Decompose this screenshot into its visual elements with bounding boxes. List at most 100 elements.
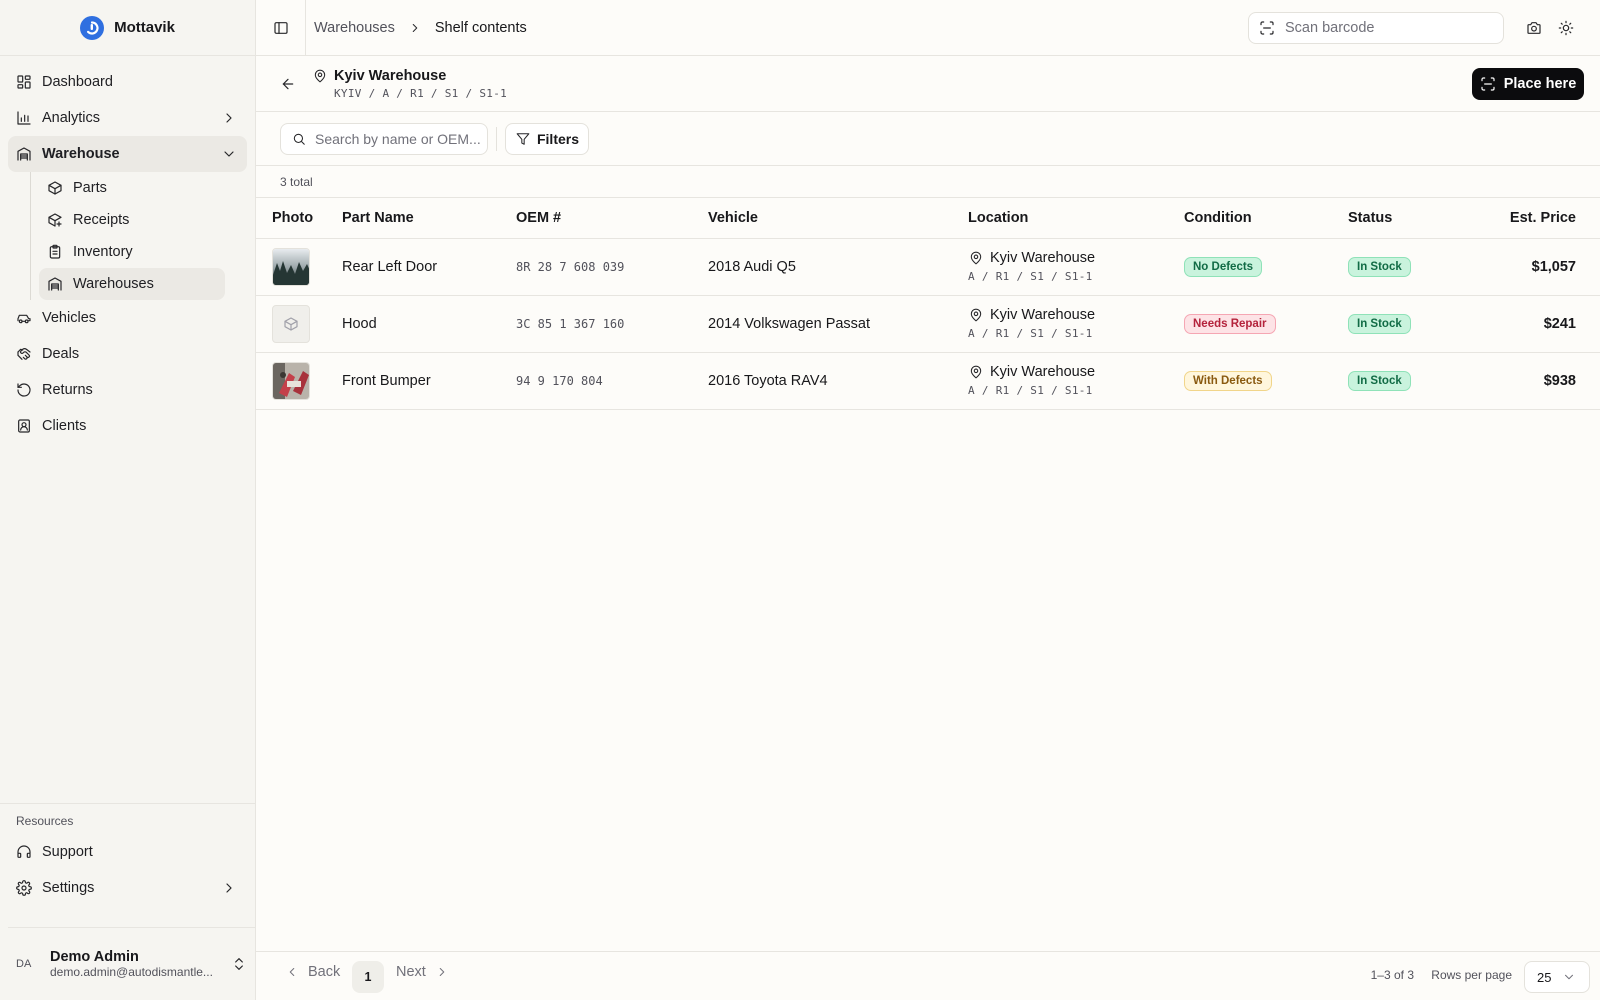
map-pin-icon — [968, 250, 984, 266]
breadcrumb-warehouses-link[interactable]: Warehouses — [314, 20, 395, 36]
column-oem[interactable]: OEM # — [508, 198, 700, 239]
pagination-next-button[interactable]: Next — [396, 964, 450, 980]
condition-badge: Needs Repair — [1184, 313, 1276, 334]
sidebar-item-label: Returns — [42, 382, 93, 398]
sidebar-item-clients[interactable]: Clients — [8, 408, 247, 444]
sidebar-item-label: Parts — [73, 180, 107, 196]
filter-toolbar: Search by name or OEM... Filters — [256, 112, 1600, 166]
pagination-page-1[interactable]: 1 — [352, 961, 384, 993]
user-menu[interactable]: DA Demo Admin demo.admin@autodismantle..… — [8, 927, 255, 1000]
chevron-left-icon — [284, 964, 300, 980]
sidebar-item-support[interactable]: Support — [8, 834, 247, 870]
location-path: KYIV / A / R1 / S1 / S1-1 — [334, 87, 508, 100]
chart-icon — [16, 110, 32, 126]
warehouse-icon — [47, 276, 63, 292]
dashboard-icon — [16, 74, 32, 90]
location-cell: Kyiv Warehouse A / R1 / S1 / S1-1 — [960, 238, 1176, 296]
main-content: Warehouses Shelf contents Scan barcode K… — [256, 0, 1600, 1000]
back-label: Back — [308, 964, 341, 980]
table-row[interactable]: Rear Left Door 8R 28 7 608 039 2018 Audi… — [256, 238, 1600, 296]
scan-barcode-input[interactable]: Scan barcode — [1248, 12, 1504, 44]
location-path: A / R1 / S1 / S1-1 — [968, 327, 1093, 340]
sidebar-toggle-button[interactable] — [256, 0, 306, 56]
sidebar-item-warehouse[interactable]: Warehouse — [8, 136, 247, 172]
filters-button[interactable]: Filters — [505, 123, 589, 155]
brand-name: Mottavik — [114, 19, 175, 36]
sidebar-item-deals[interactable]: Deals — [8, 336, 247, 372]
resources-section: Resources Support Settings — [0, 803, 255, 906]
contact-icon — [16, 418, 32, 434]
map-pin-icon — [968, 307, 984, 323]
search-icon — [291, 131, 307, 147]
part-photo[interactable] — [272, 247, 310, 286]
scan-placeholder: Scan barcode — [1285, 20, 1375, 36]
chevron-right-icon — [221, 110, 237, 126]
sidebar-item-label: Inventory — [73, 244, 133, 260]
location-name: Kyiv Warehouse — [990, 364, 1096, 380]
toolbar-divider — [496, 127, 497, 151]
location-name: Kyiv Warehouse — [990, 250, 1096, 266]
return-icon — [16, 382, 32, 398]
oem-number: 3C 85 1 367 160 — [508, 295, 700, 353]
table-row[interactable]: Hood 3C 85 1 367 160 2014 Volkswagen Pas… — [256, 295, 1600, 353]
sidebar-item-parts[interactable]: Parts — [39, 172, 247, 204]
brand-logo-icon — [80, 15, 105, 40]
map-pin-icon — [968, 364, 984, 380]
sidebar-item-analytics[interactable]: Analytics — [8, 100, 247, 136]
camera-icon[interactable] — [1526, 20, 1542, 36]
column-location[interactable]: Location — [960, 198, 1176, 239]
sidebar-item-receipts[interactable]: Receipts — [39, 204, 247, 236]
scan-icon — [1259, 20, 1275, 36]
est-price: $241 — [1470, 295, 1600, 353]
sun-icon[interactable] — [1558, 20, 1574, 36]
condition-badge: No Defects — [1184, 256, 1263, 277]
brand[interactable]: Mottavik — [0, 0, 255, 56]
status-badge: In Stock — [1348, 313, 1411, 334]
warehouse-submenu: Parts Receipts Inventory Warehouses — [30, 172, 247, 300]
column-part-name[interactable]: Part Name — [334, 198, 508, 239]
sidebar-item-label: Analytics — [42, 110, 101, 126]
location-path: A / R1 / S1 / S1-1 — [968, 270, 1093, 283]
chevron-down-icon — [1561, 969, 1577, 985]
breadcrumb-current: Shelf contents — [434, 19, 527, 36]
sidebar-item-label: Clients — [42, 418, 87, 434]
sidebar-item-inventory[interactable]: Inventory — [39, 236, 247, 268]
box-icon — [47, 180, 63, 196]
breadcrumb: Warehouses Shelf contents — [306, 20, 527, 36]
sidebar-item-settings[interactable]: Settings — [8, 870, 247, 906]
rows-per-page-value: 25 — [1537, 969, 1552, 985]
chevron-right-icon — [434, 964, 450, 980]
app-root: Mottavik Dashboard Analytics Warehouse P… — [0, 0, 1600, 1000]
sidebar-item-warehouses[interactable]: Warehouses — [39, 268, 225, 300]
column-condition[interactable]: Condition — [1176, 198, 1340, 239]
sidebar-item-label: Settings — [42, 880, 95, 896]
arrow-left-icon[interactable] — [280, 76, 296, 92]
column-est-price[interactable]: Est. Price — [1470, 198, 1600, 239]
part-photo-placeholder[interactable] — [272, 304, 310, 343]
user-email: demo.admin@autodismantle... — [50, 965, 213, 979]
part-photo[interactable] — [272, 361, 310, 400]
sidebar-item-dashboard[interactable]: Dashboard — [8, 64, 247, 100]
shelf-table: Photo Part Name OEM # Vehicle Location C… — [256, 198, 1600, 410]
user-name: Demo Admin — [50, 949, 139, 965]
column-vehicle[interactable]: Vehicle — [700, 198, 960, 239]
scan-icon — [1480, 76, 1496, 92]
place-here-button[interactable]: Place here — [1472, 68, 1584, 100]
map-pin-icon — [312, 68, 328, 84]
sidebar-item-label: Support — [42, 844, 93, 860]
package-icon — [283, 316, 299, 332]
avatar: DA — [16, 958, 32, 970]
search-input[interactable]: Search by name or OEM... — [280, 123, 488, 155]
sidebar-item-label: Vehicles — [42, 310, 97, 326]
rows-per-page-select[interactable]: 25 — [1524, 961, 1590, 993]
table-row[interactable]: Front Bumper 94 9 170 804 2016 Toyota RA… — [256, 352, 1600, 410]
est-price: $938 — [1470, 352, 1600, 410]
sidebar-item-vehicles[interactable]: Vehicles — [8, 300, 247, 336]
column-photo: Photo — [256, 198, 334, 239]
location-header: Kyiv Warehouse KYIV / A / R1 / S1 / S1-1… — [256, 56, 1600, 112]
table-header-row: Photo Part Name OEM # Vehicle Location C… — [256, 198, 1600, 239]
sidebar-item-returns[interactable]: Returns — [8, 372, 247, 408]
column-status[interactable]: Status — [1340, 198, 1470, 239]
pagination-footer: Back 1 Next 1–3 of 3 Rows per page 25 — [256, 951, 1600, 1000]
pagination-back-button[interactable]: Back — [284, 964, 340, 980]
